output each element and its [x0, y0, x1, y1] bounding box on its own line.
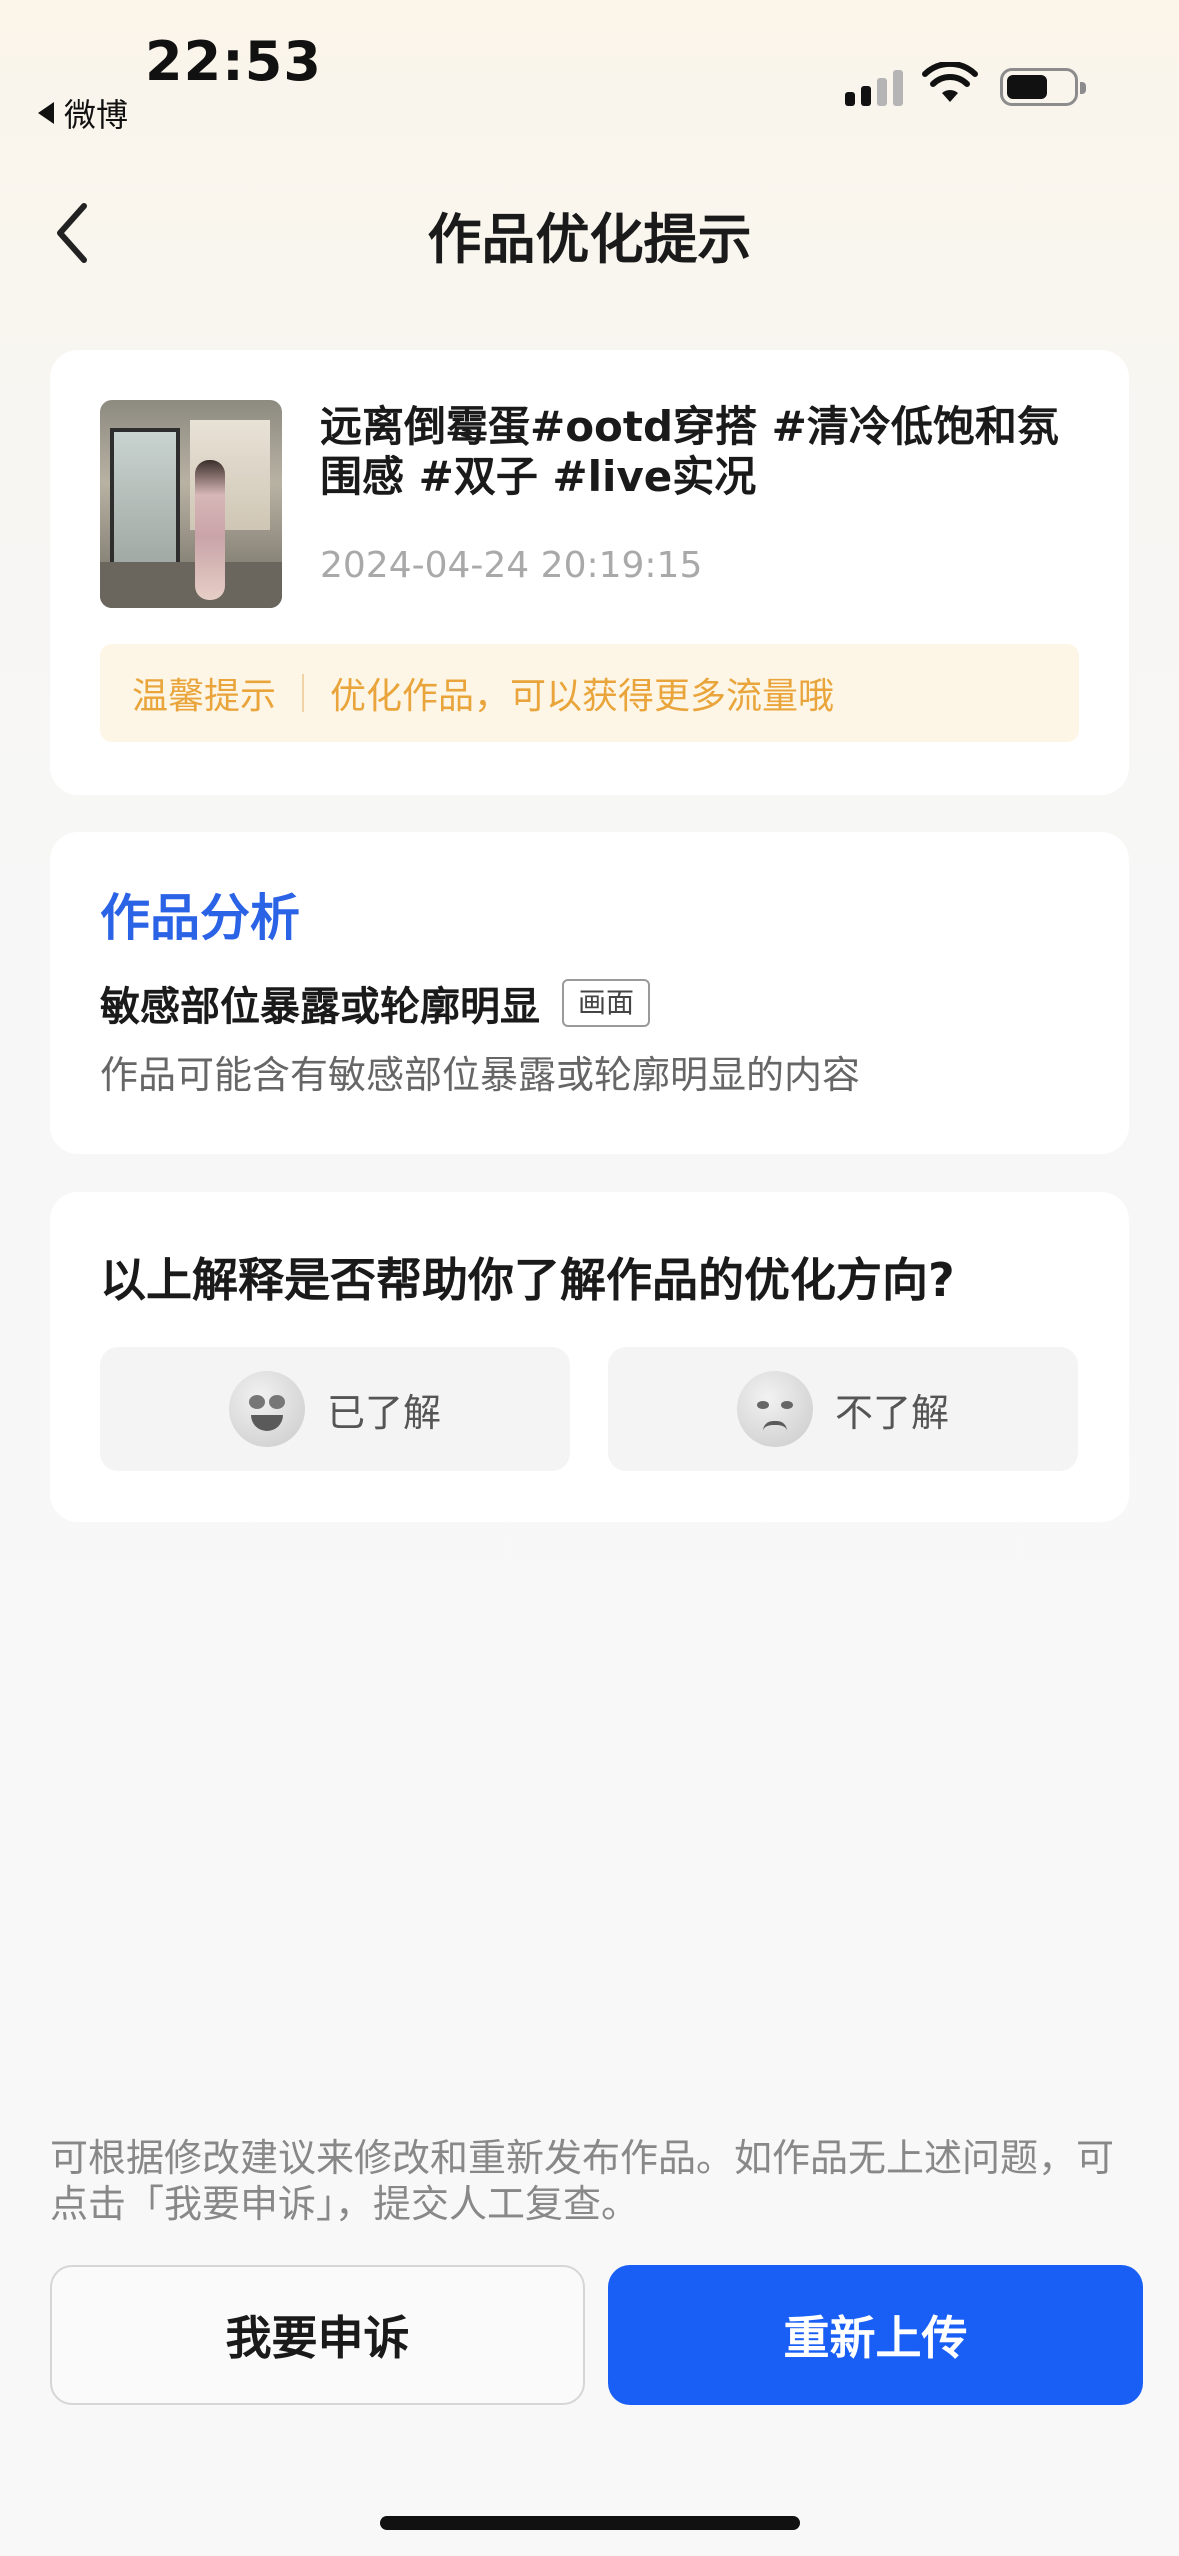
not-understood-label: 不了解	[834, 1390, 949, 1435]
bottom-note: 可根据修改建议来修改和重新发布作品。如作品无上述问题，可点击「我要申诉」，提交人…	[50, 2136, 1115, 2226]
feedback-card: 以上解释是否帮助你了解作品的优化方向? 已了解 不了解	[50, 1192, 1129, 1522]
tip-banner: 温馨提示 优化作品，可以获得更多流量哦	[100, 644, 1079, 742]
appeal-button[interactable]: 我要申诉	[50, 2265, 585, 2405]
issue-row: 敏感部位暴露或轮廓明显 画面	[100, 974, 651, 1032]
tip-text: 优化作品，可以获得更多流量哦	[330, 676, 835, 717]
not-understood-button[interactable]: 不了解	[608, 1347, 1078, 1471]
reupload-button[interactable]: 重新上传	[608, 2265, 1143, 2405]
analysis-section-title: 作品分析	[100, 889, 300, 947]
back-to-app-link[interactable]: 微博	[38, 90, 128, 136]
tip-label: 温馨提示	[132, 676, 277, 717]
post-timestamp: 2024-04-24 20:19:15	[320, 545, 703, 586]
page-title: 作品优化提示	[427, 208, 752, 271]
cellular-signal-icon	[845, 68, 903, 106]
back-triangle-icon	[38, 102, 54, 124]
analysis-card: 作品分析 敏感部位暴露或轮廓明显 画面 作品可能含有敏感部位暴露或轮廓明显的内容	[50, 832, 1129, 1154]
status-time: 22:53	[145, 30, 322, 93]
home-indicator[interactable]	[380, 2516, 800, 2530]
issue-tag: 画面	[562, 979, 651, 1027]
post-thumbnail[interactable]	[100, 400, 282, 608]
wifi-icon	[922, 62, 978, 102]
back-app-label: 微博	[64, 96, 129, 134]
feedback-question: 以上解释是否帮助你了解作品的优化方向?	[100, 1253, 955, 1307]
post-title: 远离倒霉蛋#ootd穿搭 #清冷低饱和氛围感 #双子 #live实况	[320, 402, 1059, 501]
understood-button[interactable]: 已了解	[100, 1347, 570, 1471]
understood-label: 已了解	[326, 1390, 441, 1435]
issue-title: 敏感部位暴露或轮廓明显	[100, 984, 540, 1030]
happy-face-icon	[228, 1371, 305, 1447]
tip-divider	[302, 674, 305, 712]
battery-icon	[1000, 68, 1086, 106]
sad-face-icon	[736, 1371, 813, 1447]
post-card[interactable]: 远离倒霉蛋#ootd穿搭 #清冷低饱和氛围感 #双子 #live实况 2024-…	[50, 350, 1129, 795]
issue-description: 作品可能含有敏感部位暴露或轮廓明显的内容	[100, 1053, 861, 1097]
